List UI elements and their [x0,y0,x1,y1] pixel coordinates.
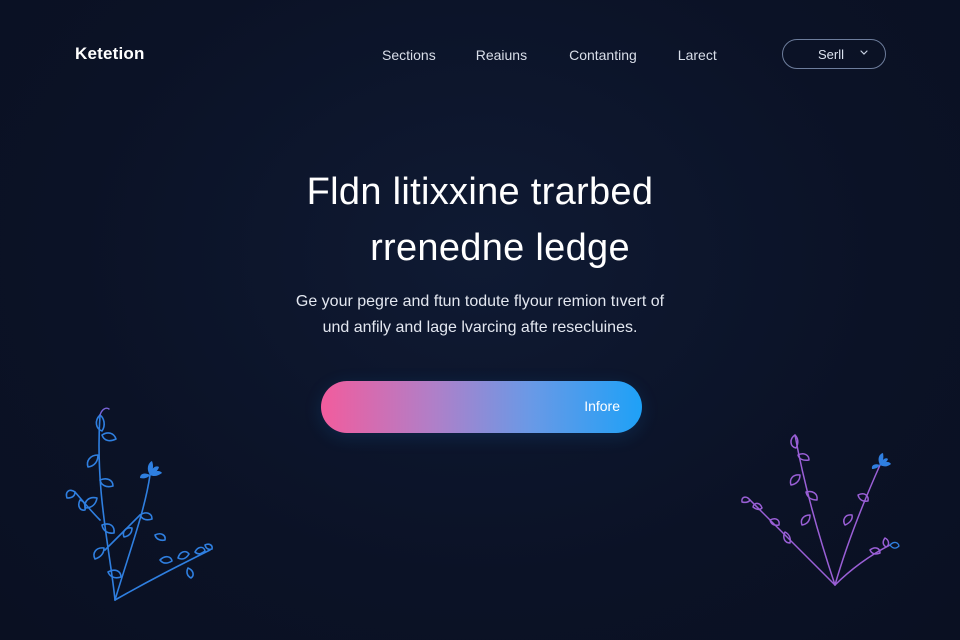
hero-title-line-1: Fldn litixxine trarbed [306,171,654,213]
nav-item-sections[interactable]: Sections [382,47,436,63]
nav-item-larect[interactable]: Larect [678,47,717,63]
top-nav: Sections Reaiuns Contanting Larect [382,47,717,63]
top-select[interactable]: Serll [782,39,886,69]
hero-subtitle-line-2: und anfily and lage lvarcing afte resecl… [322,319,638,336]
hero-title-line-2: rrenedne ledge [370,227,630,269]
cta-button-label: Infore [584,398,620,414]
nav-item-contanting[interactable]: Contanting [569,47,637,63]
nav-item-reaiuns[interactable]: Reaiuns [476,47,527,63]
landing-page: Ketetion Sections Reaiuns Contanting Lar… [0,0,960,640]
select-value: Serll [817,46,844,62]
fern-plant-icon [65,407,213,601]
chevron-down-icon [860,50,868,55]
cta-button[interactable]: Infore [321,381,642,433]
fern-plant-icon [741,434,900,586]
hero-subtitle-line-1: Ge your pegre and ftun todute flyour rem… [295,293,665,310]
brand-logo[interactable]: Ketetion [75,44,145,64]
hero-title: Fldn litixxine trarbed rrenedne ledge [0,164,960,276]
hero-subtitle: Ge your pegre and ftun todute flyour rem… [0,289,960,341]
